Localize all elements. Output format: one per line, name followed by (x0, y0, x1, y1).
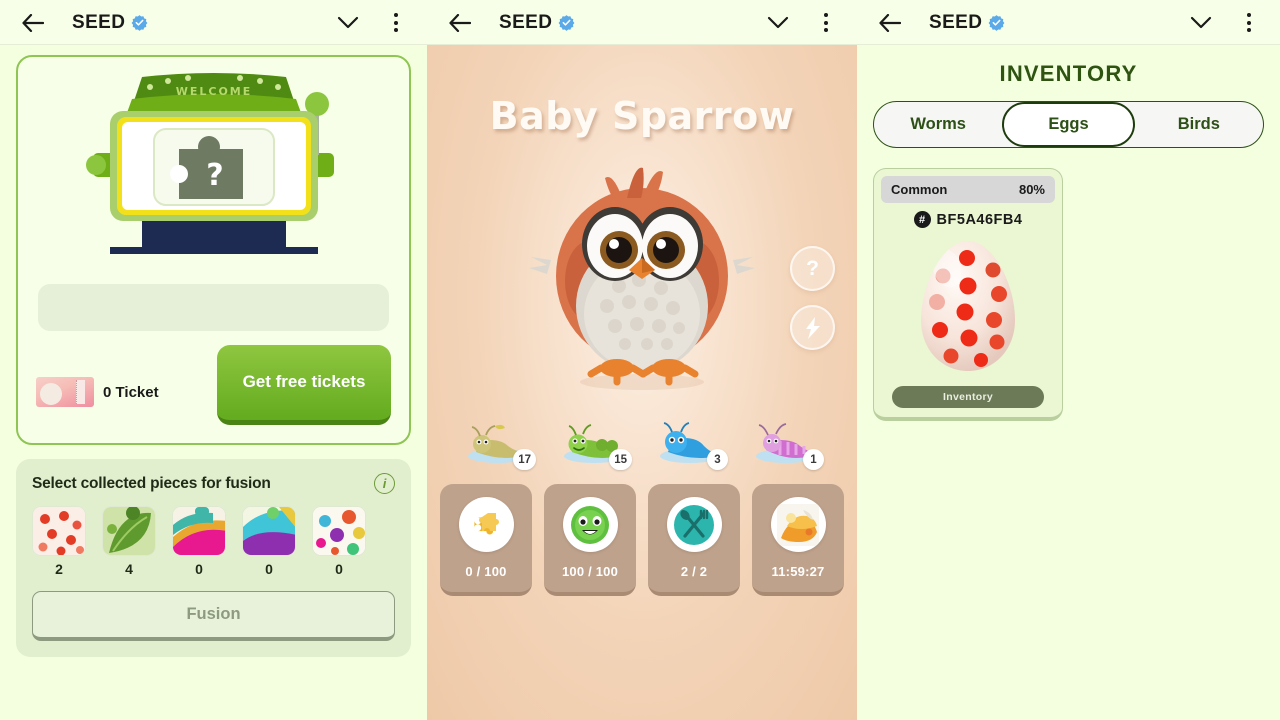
leaf-piece-icon (102, 506, 156, 556)
inventory-item-card[interactable]: Common 80% # BF5A46FB4 Inventory (873, 168, 1063, 421)
pet-character-area: ? (427, 146, 857, 406)
chevron-down-icon[interactable] (1184, 6, 1218, 40)
fusion-piece-count: 0 (195, 561, 203, 577)
top-bar-3: SEED (857, 0, 1280, 45)
egg-id-label: BF5A46FB4 (936, 211, 1023, 228)
chevron-down-icon[interactable] (331, 6, 365, 40)
page-title: SEED (72, 12, 148, 34)
splash-piece-icon (312, 506, 366, 556)
help-question-icon[interactable]: ? (790, 246, 835, 291)
panel-gacha: SEED WELCOME ? 0 Ticket Get free tickets… (0, 0, 427, 720)
back-arrow-icon[interactable] (16, 6, 50, 40)
verified-badge-icon (131, 15, 148, 31)
fusion-piece-count: 0 (265, 561, 273, 577)
pet-action-buttons: ? (790, 246, 835, 350)
info-icon[interactable]: i (374, 473, 395, 494)
egg-rarity-label: Common (891, 182, 948, 197)
fusion-header: Select collected pieces for fusion i (32, 473, 395, 494)
fusion-piece-2[interactable]: 0 (172, 506, 226, 577)
wave-piece-icon (172, 506, 226, 556)
fusion-piece-count: 0 (335, 561, 343, 577)
gacha-machine-illustration: WELCOME ? (28, 67, 399, 276)
fusion-title: Select collected pieces for fusion (32, 474, 271, 492)
more-vertical-icon[interactable] (381, 6, 411, 40)
top-bar-2: SEED (427, 0, 857, 45)
fusion-piece-1[interactable]: 4 (102, 506, 156, 577)
fusion-card: Select collected pieces for fusion i 2 4… (16, 459, 411, 657)
back-arrow-icon[interactable] (443, 6, 477, 40)
panel-pet: SEED Baby Sparrow ? 17 15 3 1 0 / 100 10… (427, 0, 857, 720)
stat-value: 0 / 100 (465, 564, 507, 579)
puzzle-icon (458, 497, 514, 552)
red-dotted-egg-icon (881, 232, 1055, 380)
fusion-piece-0[interactable]: 2 (32, 506, 86, 577)
tab-birds[interactable]: Birds (1135, 102, 1263, 147)
gacha-banner-text: WELCOME (175, 85, 252, 98)
pet-stage: Baby Sparrow ? 17 15 3 1 0 / 100 100 / 1… (427, 45, 857, 720)
tab-worms[interactable]: Worms (874, 102, 1002, 147)
inventory-title: INVENTORY (999, 61, 1138, 86)
happy-face-icon (562, 497, 618, 552)
worm-count-badge: 1 (803, 449, 824, 470)
stat-card-health[interactable]: 100 / 100 (544, 484, 636, 596)
worm-item-3[interactable]: 1 (750, 420, 824, 470)
chevron-down-icon[interactable] (761, 6, 795, 40)
fusion-button[interactable]: Fusion (32, 591, 395, 641)
fusion-piece-count: 4 (125, 561, 133, 577)
worms-row: 17 15 3 1 (427, 420, 857, 470)
aurora-piece-icon (242, 506, 296, 556)
gacha-result-placeholder (38, 283, 389, 331)
lightning-boost-icon[interactable] (790, 305, 835, 350)
stat-card-reward-timer[interactable]: 11:59:27 (752, 484, 844, 596)
svg-text:?: ? (206, 158, 223, 193)
tab-eggs[interactable]: Eggs (1002, 102, 1135, 147)
egg-rarity-bar: Common 80% (881, 176, 1055, 203)
treasure-icon (770, 497, 826, 552)
inventory-tabs: Worms Eggs Birds (873, 101, 1264, 148)
panel-inventory: SEED INVENTORY Worms Eggs Birds Common 8… (857, 0, 1280, 720)
stat-value: 100 / 100 (561, 564, 618, 579)
egg-id-row: # BF5A46FB4 (881, 211, 1055, 228)
verified-badge-icon (558, 15, 575, 31)
egg-inventory-button[interactable]: Inventory (892, 386, 1044, 408)
verified-badge-icon (988, 15, 1005, 31)
stat-value: 11:59:27 (771, 564, 825, 579)
page-title: SEED (929, 12, 1005, 34)
app-title-text: SEED (72, 11, 126, 33)
gacha-card: WELCOME ? 0 Ticket Get free tickets (16, 55, 411, 445)
hash-icon: # (913, 211, 931, 228)
stat-card-feed[interactable]: 2 / 2 (648, 484, 740, 596)
pet-stats-row: 0 / 100 100 / 100 2 / 2 11:59:27 (427, 484, 857, 596)
get-free-tickets-button[interactable]: Get free tickets (217, 345, 391, 425)
ticket-count-label: 0 Ticket (103, 383, 159, 401)
stat-value: 2 / 2 (680, 564, 708, 579)
worm-item-1[interactable]: 15 (558, 420, 632, 470)
back-arrow-icon[interactable] (873, 6, 907, 40)
ticket-info: 0 Ticket (36, 377, 159, 425)
top-bar-1: SEED (0, 0, 427, 45)
three-panel-screenshot: SEED WELCOME ? 0 Ticket Get free tickets… (0, 0, 1280, 720)
fusion-piece-count: 2 (55, 561, 63, 577)
ticket-row: 0 Ticket Get free tickets (28, 345, 399, 425)
app-title-text: SEED (929, 11, 983, 33)
egg-percent-label: 80% (1018, 182, 1045, 197)
stat-card-xp[interactable]: 0 / 100 (440, 484, 532, 596)
baby-sparrow-character[interactable] (527, 146, 757, 396)
egg-piece-icon (32, 506, 86, 556)
worm-item-2[interactable]: 3 (654, 420, 728, 470)
fusion-pieces-list: 2 4 0 0 0 (32, 506, 395, 577)
worm-count-badge: 15 (609, 449, 632, 470)
spoon-fork-icon (666, 497, 722, 552)
worm-count-badge: 3 (707, 449, 728, 470)
pet-name: Baby Sparrow (489, 94, 795, 138)
app-title-text: SEED (499, 11, 553, 33)
worm-item-0[interactable]: 17 (462, 420, 536, 470)
more-vertical-icon[interactable] (1234, 6, 1264, 40)
fusion-piece-3[interactable]: 0 (242, 506, 296, 577)
worm-count-badge: 17 (513, 449, 536, 470)
ticket-icon (36, 377, 94, 407)
page-title: SEED (499, 12, 575, 34)
more-vertical-icon[interactable] (811, 6, 841, 40)
fusion-piece-4[interactable]: 0 (312, 506, 366, 577)
